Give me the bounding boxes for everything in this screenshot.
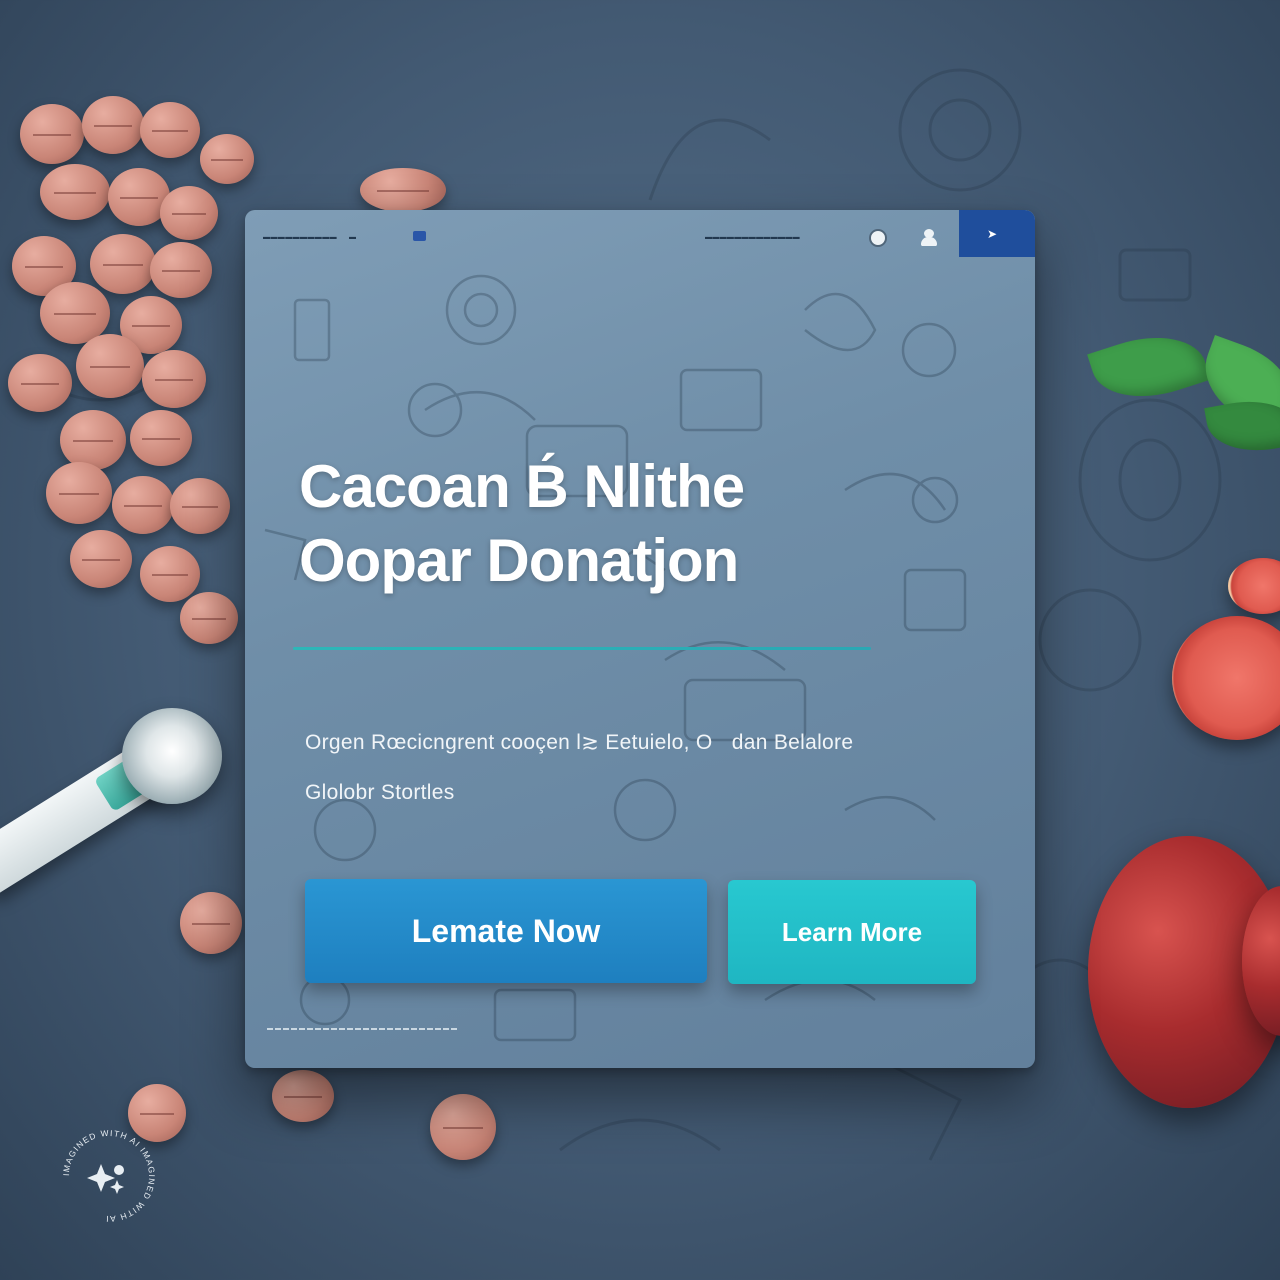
watermark-badge: IMAGINED WITH AI IMAGINED WITH AI [61,1128,156,1224]
brand-mark: ▬ [349,234,356,241]
pill [160,186,218,240]
pill [8,354,72,412]
pill [200,134,254,184]
arrow-icon: ➤ [987,227,998,241]
footer-text-line [267,1028,457,1030]
pill [46,462,112,524]
pill [180,592,238,644]
pill [112,476,174,534]
nav-badge-icon[interactable] [413,231,426,241]
pill [90,234,156,294]
pill [142,350,206,408]
pill [20,104,84,164]
pill [60,410,126,470]
user-icon[interactable] [921,229,937,246]
pill [272,1070,334,1122]
hero-subtitle: Orgen Rœcicngrent cooçen l≳ Eetuielo, Oﾠ… [305,718,1005,818]
background-scene: ▬▬▬▬▬▬▬▬▬▬ ▬ ▬▬▬▬▬▬▬▬▬▬▬▬▬ ➤ Cacoan B́ N… [0,0,1280,1280]
pill [130,410,192,466]
pill [140,546,200,602]
accent-divider [293,647,871,650]
circle-icon[interactable] [869,229,887,247]
pill [430,1094,496,1160]
hero-headline: Cacoan B́ Nlithe Oopar Donatjon [299,450,939,598]
nav-link[interactable]: ▬▬▬▬▬▬▬▬▬▬▬▬▬ [705,234,800,241]
pill [360,168,446,212]
subtitle-line-2: Glolobr Stortles [305,781,455,804]
pill [150,242,212,298]
pill [180,892,242,954]
subtitle-line-1: Orgen Rœcicngrent cooçen l≳ Eetuielo, Oﾠ… [305,731,854,754]
pill [76,334,144,398]
pill [170,478,230,534]
headline-line-2: Oopar Donatjon [299,527,739,594]
top-navigation: ▬▬▬▬▬▬▬▬▬▬ ▬ ▬▬▬▬▬▬▬▬▬▬▬▬▬ ➤ [245,210,1035,258]
donation-card: ▬▬▬▬▬▬▬▬▬▬ ▬ ▬▬▬▬▬▬▬▬▬▬▬▬▬ ➤ Cacoan B́ N… [245,210,1035,1068]
nav-corner-button[interactable]: ➤ [959,210,1035,257]
sparkle-icon [87,1164,124,1194]
headline-line-1: Cacoan B́ Nlithe [299,453,745,520]
learn-more-button[interactable]: Learn More [728,880,976,984]
pill [40,164,110,220]
donate-now-button[interactable]: Lemate Now [305,879,707,983]
vial [122,708,222,804]
pill [82,96,144,154]
pill [70,530,132,588]
brand-logo-text[interactable]: ▬▬▬▬▬▬▬▬▬▬ [263,234,337,241]
pill [140,102,200,158]
